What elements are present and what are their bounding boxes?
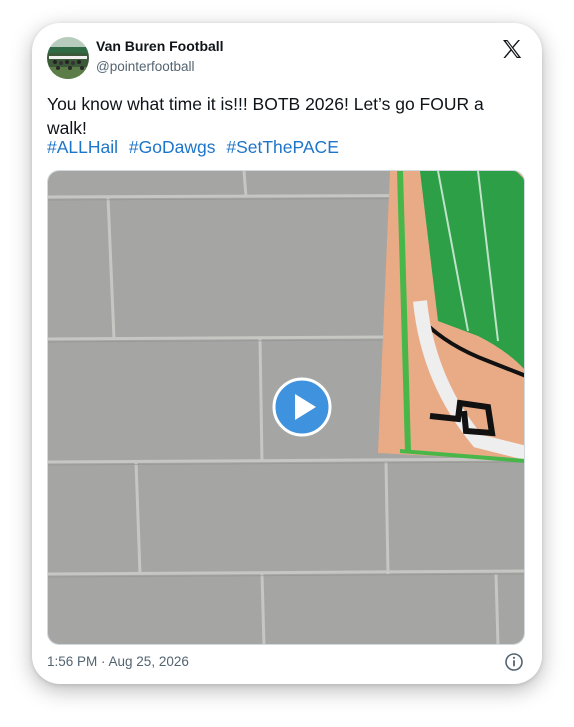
banner-graphic	[378, 171, 524, 463]
hashtag-list: #ALLHail #GoDawgs #SetThePACE	[47, 135, 345, 159]
play-button[interactable]	[272, 377, 332, 437]
avatar[interactable]	[47, 37, 89, 79]
tweet-card: Van Buren Football @pointerfootball You …	[32, 23, 542, 684]
x-logo-icon[interactable]	[500, 37, 524, 61]
avatar-image	[47, 37, 89, 79]
hashtag-allhail[interactable]: #ALLHail	[47, 137, 118, 157]
tweet-text: You know what time it is!!! BOTB 2026! L…	[47, 94, 484, 138]
info-icon[interactable]	[504, 652, 524, 672]
video-player[interactable]	[47, 170, 525, 645]
post-timestamp[interactable]: 1:56 PM · Aug 25, 2026	[47, 654, 189, 669]
hashtag-godawgs[interactable]: #GoDawgs	[129, 137, 216, 157]
display-name[interactable]: Van Buren Football	[96, 38, 224, 54]
user-handle[interactable]: @pointerfootball	[96, 59, 195, 74]
hashtag-setthepace[interactable]: #SetThePACE	[226, 137, 339, 157]
screenshot-stage: Van Buren Football @pointerfootball You …	[0, 0, 574, 727]
